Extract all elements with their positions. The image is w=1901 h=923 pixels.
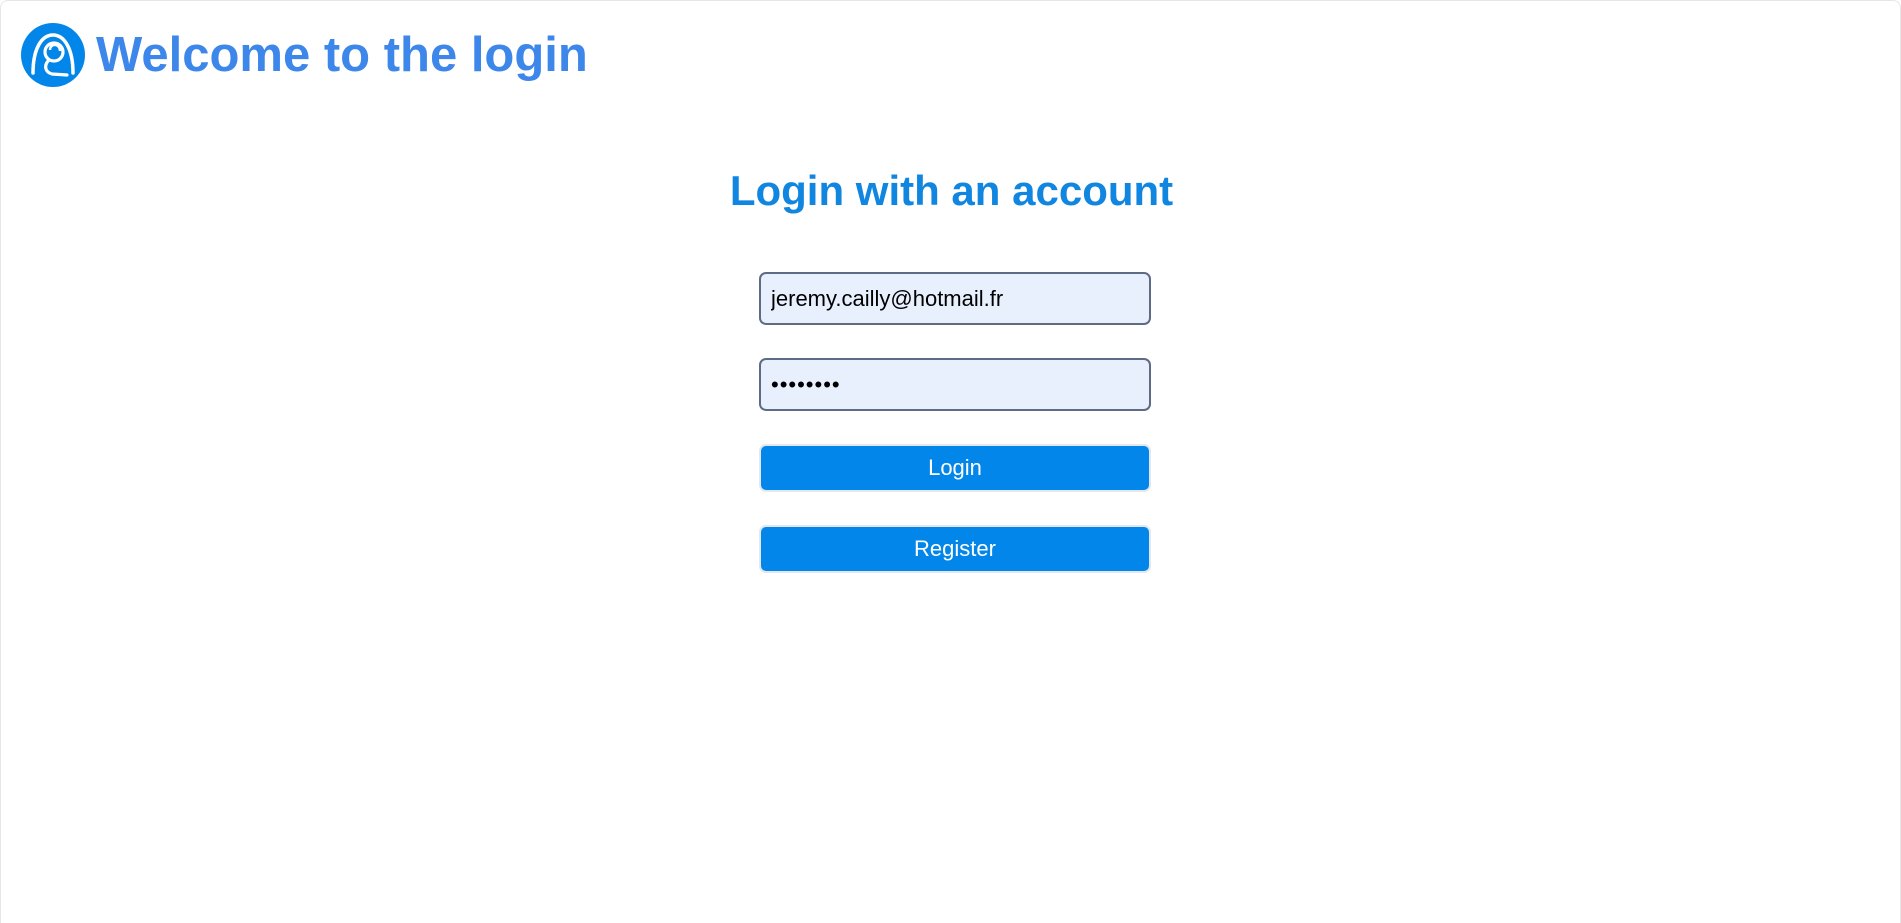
register-button[interactable]: Register [759, 525, 1151, 573]
user-headset-icon [21, 23, 85, 87]
page-title: Welcome to the login [96, 28, 588, 82]
login-page: Welcome to the login Login with an accou… [0, 0, 1901, 923]
page-header: Welcome to the login [21, 23, 588, 87]
password-field[interactable] [759, 358, 1151, 411]
login-heading: Login with an account [729, 167, 1174, 214]
email-field[interactable] [759, 272, 1151, 325]
login-button[interactable]: Login [759, 444, 1151, 492]
